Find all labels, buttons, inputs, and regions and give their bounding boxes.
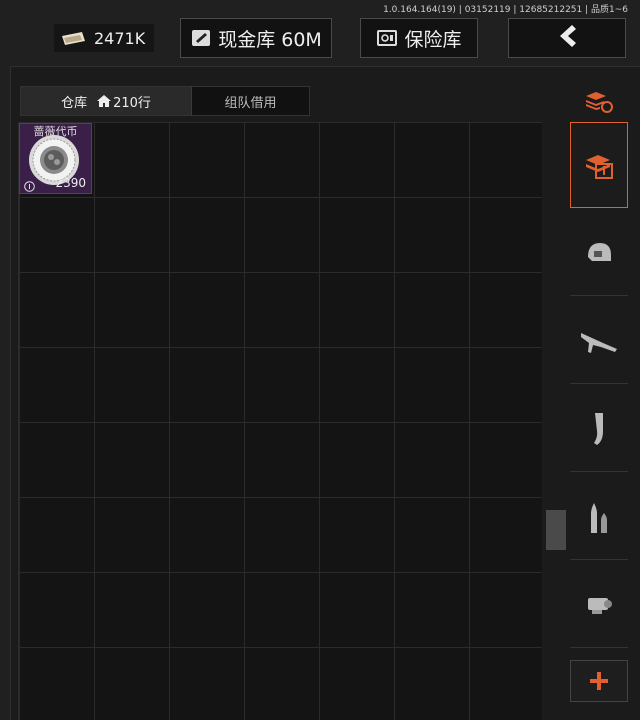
inventory-item[interactable]: 蔷薇代币 2390	[19, 123, 92, 194]
scroll-thumb[interactable]	[546, 510, 566, 550]
tab-team-borrow[interactable]: 组队借用	[191, 87, 309, 115]
rifle-icon	[579, 327, 619, 355]
cash-vault-button[interactable]: 现金库 60M	[180, 18, 332, 58]
chevron-left-icon	[554, 23, 580, 54]
top-bar: 2471K 现金库 60M 保险库	[0, 0, 640, 66]
team-borrow-label: 组队借用	[224, 95, 277, 111]
scope-icon	[584, 592, 614, 618]
ammo-icon	[586, 499, 612, 535]
safe-button[interactable]: 保险库	[360, 18, 478, 58]
home-icon	[97, 95, 112, 107]
warehouse-rows: 210行	[113, 95, 151, 111]
scroll-track[interactable]	[546, 122, 566, 720]
money-display: 2471K	[54, 24, 154, 52]
category-all[interactable]	[570, 122, 628, 208]
cash-card-icon	[190, 27, 212, 49]
category-magazine[interactable]	[570, 386, 628, 472]
item-count: 2390	[55, 176, 86, 190]
stack-refresh-icon	[584, 88, 614, 114]
safe-icon	[376, 27, 398, 49]
tab-warehouse[interactable]: 仓库 210行	[21, 87, 191, 115]
plus-icon	[589, 671, 609, 691]
inventory-tabs: 仓库 210行 组队借用	[20, 86, 310, 116]
category-ammo[interactable]	[570, 474, 628, 560]
back-button[interactable]	[508, 18, 626, 58]
category-rifle[interactable]	[570, 298, 628, 384]
cash-vault-label: 现金库 60M	[218, 28, 322, 51]
cash-bill-icon	[60, 31, 86, 45]
money-amount: 2471K	[94, 28, 146, 48]
warehouse-tab-label: 仓库	[61, 95, 88, 111]
safe-label: 保险库	[404, 28, 462, 51]
category-scope[interactable]	[570, 562, 628, 648]
helmet-icon	[584, 239, 614, 267]
sort-refresh-button[interactable]	[570, 80, 628, 122]
add-button[interactable]	[570, 660, 628, 702]
category-helmet[interactable]	[570, 210, 628, 296]
info-icon	[24, 177, 35, 192]
magazine-icon	[589, 411, 609, 447]
inventory-grid[interactable]	[18, 122, 542, 720]
stack-download-icon	[582, 150, 616, 180]
category-sidebar	[570, 80, 628, 720]
